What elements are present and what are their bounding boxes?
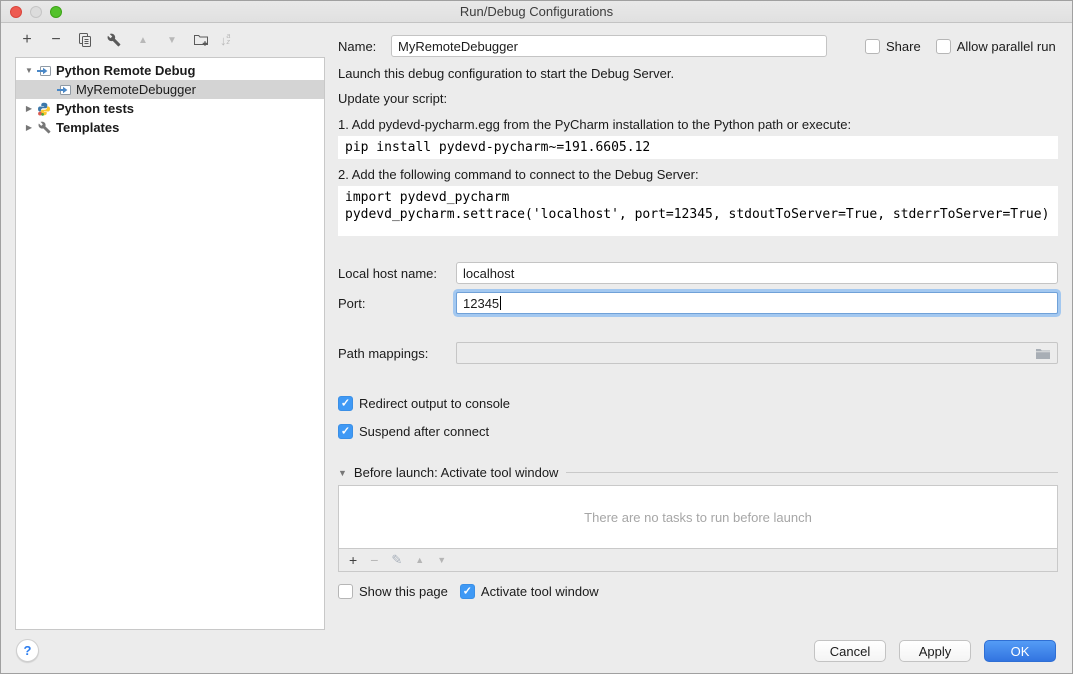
remote-debug-icon <box>36 65 52 77</box>
share-label: Share <box>886 39 921 54</box>
allow-parallel-run-label: Allow parallel run <box>957 39 1056 54</box>
add-configuration-icon[interactable]: + <box>17 30 37 50</box>
before-launch-toolbar: + − ✎ ▲ ▼ <box>338 549 1058 572</box>
port-row: Port: 12345 <box>338 292 1058 314</box>
apply-button[interactable]: Apply <box>899 640 971 662</box>
new-folder-icon[interactable] <box>191 30 211 50</box>
activate-tool-window-label: Activate tool window <box>481 584 599 599</box>
help-button[interactable]: ? <box>16 639 39 662</box>
description-line-1: Launch this debug configuration to start… <box>338 66 1058 82</box>
path-mappings-label: Path mappings: <box>338 346 456 361</box>
bottom-checkboxes-row: Show this page ✓ Activate tool window <box>338 584 1058 599</box>
dialog-body: + − ▲ ▼ <box>1 24 1072 673</box>
redirect-output-checkbox-group[interactable]: ✓ Redirect output to console <box>338 396 510 411</box>
step-2-text: 2. Add the following command to connect … <box>338 167 1058 183</box>
before-launch-title: Before launch: Activate tool window <box>354 465 559 480</box>
path-mappings-row: Path mappings: <box>338 342 1058 364</box>
header-checkboxes: Share Allow parallel run <box>865 39 1056 54</box>
section-divider <box>566 472 1058 473</box>
sort-alphabetically-icon[interactable]: ↓az <box>220 33 230 48</box>
redirect-output-checkbox[interactable]: ✓ <box>338 396 353 411</box>
suspend-after-connect-label: Suspend after connect <box>359 424 489 439</box>
name-label: Name: <box>338 39 391 54</box>
local-host-row: Local host name: <box>338 262 1058 284</box>
edit-task-icon[interactable]: ✎ <box>391 552 402 568</box>
suspend-after-connect-checkbox[interactable]: ✓ <box>338 424 353 439</box>
move-task-down-icon[interactable]: ▼ <box>437 555 446 565</box>
port-label: Port: <box>338 296 456 311</box>
name-input[interactable] <box>391 35 827 57</box>
close-window-button[interactable] <box>10 6 22 18</box>
minimize-window-button[interactable] <box>30 6 42 18</box>
add-task-icon[interactable]: + <box>349 552 357 568</box>
settrace-code-line-2: pydevd_pycharm.settrace('localhost', por… <box>345 206 1051 223</box>
before-launch-header[interactable]: ▼ Before launch: Activate tool window <box>338 465 1058 480</box>
move-up-icon[interactable]: ▲ <box>133 30 153 50</box>
configuration-editor: Name: Share Allow parallel run Launch th… <box>338 24 1058 599</box>
path-mappings-input[interactable] <box>456 342 1058 364</box>
pip-install-code: pip install pydevd-pycharm~=191.6605.12 <box>338 136 1058 159</box>
activate-tool-window-checkbox[interactable]: ✓ <box>460 584 475 599</box>
suspend-after-connect-checkbox-group[interactable]: ✓ Suspend after connect <box>338 424 489 439</box>
ok-button[interactable]: OK <box>984 640 1056 662</box>
footer-buttons: Cancel Apply OK <box>814 640 1056 662</box>
local-host-label: Local host name: <box>338 266 456 281</box>
remove-task-icon[interactable]: − <box>370 552 378 568</box>
cancel-button[interactable]: Cancel <box>814 640 886 662</box>
chevron-right-icon[interactable]: ▶ <box>22 104 36 113</box>
tree-item-myremotedebugger[interactable]: MyRemoteDebugger <box>16 80 324 99</box>
activate-tool-window-checkbox-group[interactable]: ✓ Activate tool window <box>460 584 599 599</box>
wrench-icon <box>36 121 52 134</box>
show-this-page-checkbox[interactable] <box>338 584 353 599</box>
window-title: Run/Debug Configurations <box>1 4 1072 19</box>
window-controls <box>10 6 62 18</box>
share-checkbox[interactable] <box>865 39 880 54</box>
step-1-text: 1. Add pydevd-pycharm.egg from the PyCha… <box>338 117 1058 133</box>
move-task-up-icon[interactable]: ▲ <box>415 555 424 565</box>
move-down-icon[interactable]: ▼ <box>162 30 182 50</box>
allow-parallel-run-checkbox-group[interactable]: Allow parallel run <box>936 39 1056 54</box>
tree-item-templates[interactable]: ▶ Templates <box>16 118 324 137</box>
python-icon <box>36 102 52 116</box>
redirect-output-label: Redirect output to console <box>359 396 510 411</box>
suspend-after-connect-row: ✓ Suspend after connect <box>338 424 1058 439</box>
port-input[interactable]: 12345 <box>456 292 1058 314</box>
configurations-toolbar: + − ▲ ▼ <box>17 30 230 50</box>
chevron-right-icon[interactable]: ▶ <box>22 123 36 132</box>
allow-parallel-run-checkbox[interactable] <box>936 39 951 54</box>
local-host-input[interactable] <box>456 262 1058 284</box>
folder-icon[interactable] <box>1035 347 1051 360</box>
share-checkbox-group[interactable]: Share <box>865 39 921 54</box>
chevron-down-icon[interactable]: ▼ <box>22 66 36 75</box>
settrace-code: import pydevd_pycharmpydevd_pycharm.sett… <box>338 186 1058 236</box>
edit-templates-icon[interactable] <box>104 30 124 50</box>
name-row: Name: Share Allow parallel run <box>338 35 1058 57</box>
title-bar: Run/Debug Configurations <box>1 1 1072 23</box>
copy-configuration-icon[interactable] <box>75 30 95 50</box>
port-value: 12345 <box>463 296 499 311</box>
show-this-page-label: Show this page <box>359 584 448 599</box>
show-this-page-checkbox-group[interactable]: Show this page <box>338 584 448 599</box>
configurations-tree: ▼ Python Remote Debug <box>15 57 325 630</box>
before-launch-task-list[interactable]: There are no tasks to run before launch <box>338 485 1058 549</box>
text-caret <box>500 296 501 310</box>
description-line-2: Update your script: <box>338 91 1058 107</box>
chevron-down-icon[interactable]: ▼ <box>338 468 347 478</box>
tree-item-python-remote-debug[interactable]: ▼ Python Remote Debug <box>16 61 324 80</box>
settrace-code-line-1: import pydevd_pycharm <box>345 189 1051 206</box>
redirect-output-row: ✓ Redirect output to console <box>338 396 1058 411</box>
remove-configuration-icon[interactable]: − <box>46 30 66 50</box>
tree-item-python-tests[interactable]: ▶ Python tests <box>16 99 324 118</box>
empty-tasks-message: There are no tasks to run before launch <box>584 510 812 525</box>
zoom-window-button[interactable] <box>50 6 62 18</box>
remote-debug-icon <box>56 84 72 96</box>
run-debug-configurations-dialog: Run/Debug Configurations + − ▲ ▼ <box>0 0 1073 674</box>
